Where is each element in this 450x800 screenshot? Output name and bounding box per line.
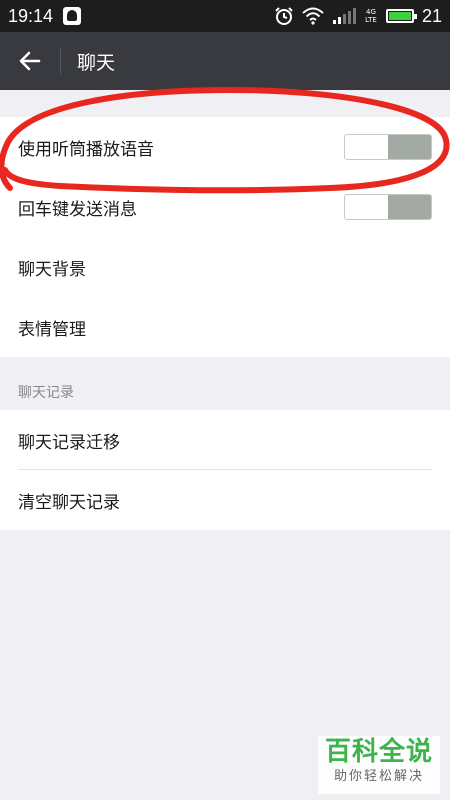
app-bar: 聊天 bbox=[0, 32, 450, 90]
setting-label: 使用听筒播放语音 bbox=[18, 139, 154, 160]
notification-icon bbox=[63, 7, 82, 25]
setting-row-migrate-history[interactable]: 聊天记录迁移 bbox=[0, 410, 450, 470]
watermark-subtitle: 助你轻松解决 bbox=[333, 769, 424, 784]
arrow-left-icon bbox=[19, 51, 41, 71]
setting-row-sticker-management[interactable]: 表情管理 bbox=[0, 297, 450, 357]
section-header-chat-history: 聊天记录 bbox=[18, 385, 74, 401]
page-title: 聊天 bbox=[77, 51, 116, 74]
network-type: 4G LTE bbox=[365, 8, 377, 24]
setting-label: 聊天记录迁移 bbox=[18, 432, 120, 453]
battery-icon bbox=[385, 9, 417, 23]
alarm-icon bbox=[275, 7, 293, 25]
signal-icon bbox=[332, 8, 356, 24]
status-bar: 19:14 4G LTE 21 bbox=[0, 0, 450, 32]
toggle-knob bbox=[345, 195, 388, 219]
setting-row-chat-background[interactable]: 聊天背景 bbox=[0, 237, 450, 297]
setting-label: 聊天背景 bbox=[18, 259, 86, 280]
setting-label: 表情管理 bbox=[18, 319, 86, 340]
toggle-track bbox=[388, 195, 431, 219]
status-icons: 4G LTE 21 bbox=[274, 6, 442, 27]
watermark-title: 百科全说 bbox=[324, 737, 433, 767]
battery-level: 21 bbox=[421, 5, 442, 26]
setting-row-clear-history[interactable]: 清空聊天记录 bbox=[0, 470, 450, 530]
status-time: 19:14 bbox=[8, 5, 54, 26]
back-button[interactable] bbox=[0, 32, 60, 90]
setting-row-enter-send[interactable]: 回车键发送消息 bbox=[0, 177, 450, 237]
watermark-logo: 百科全说 助你轻松解决 bbox=[318, 736, 440, 794]
wifi-icon bbox=[302, 7, 324, 25]
setting-label: 清空聊天记录 bbox=[18, 492, 120, 513]
setting-row-earpiece[interactable]: 使用听筒播放语音 bbox=[0, 117, 450, 177]
setting-label: 回车键发送消息 bbox=[18, 199, 137, 220]
app-bar-divider bbox=[60, 47, 61, 75]
chat-history-group: 聊天记录迁移 清空聊天记录 bbox=[0, 410, 450, 530]
chat-settings-group: 使用听筒播放语音 回车键发送消息 聊天背景 表情管理 bbox=[0, 117, 450, 357]
earpiece-toggle[interactable] bbox=[344, 134, 432, 160]
toggle-knob bbox=[345, 135, 388, 159]
battery-fill bbox=[388, 12, 411, 20]
toggle-track bbox=[388, 135, 431, 159]
enter-send-toggle[interactable] bbox=[344, 194, 432, 220]
